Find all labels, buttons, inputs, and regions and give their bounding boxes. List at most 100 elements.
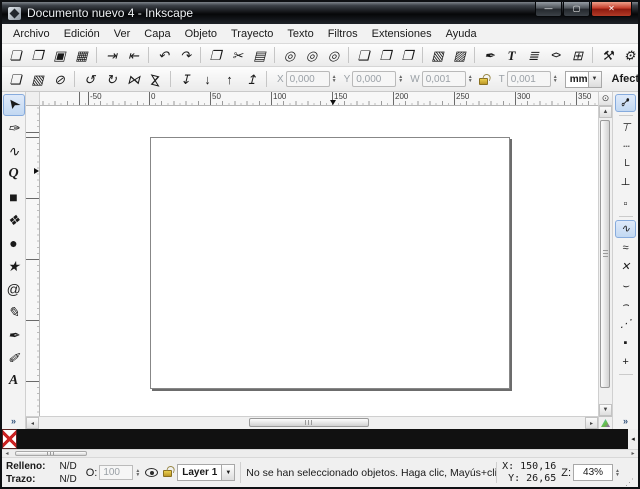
width-spinner[interactable]: ▲▼ <box>468 75 473 83</box>
document-properties-button[interactable]: ⚙ <box>619 45 640 65</box>
palette-swatch[interactable] <box>270 429 285 449</box>
zoom-tool[interactable]: Q <box>3 163 25 185</box>
palette-swatch[interactable] <box>598 429 613 449</box>
rotate-cw-button[interactable]: ↻ <box>101 69 122 89</box>
palette-swatch[interactable] <box>121 429 136 449</box>
horizontal-scroll-track[interactable] <box>39 417 585 429</box>
lower-to-bottom-button[interactable]: ↧ <box>175 69 196 89</box>
open-document-button[interactable]: ❐ <box>27 45 48 65</box>
scroll-down-icon[interactable]: ▼ <box>599 404 612 416</box>
flip-vertical-button[interactable]: ⋈ <box>145 69 166 89</box>
cut-button[interactable]: ✂ <box>227 45 248 65</box>
print-button[interactable]: ▦ <box>71 45 92 65</box>
palette-swatch[interactable] <box>136 429 151 449</box>
palette-scrollbar[interactable]: ◂ ▸ <box>2 449 638 458</box>
zoom-spinner[interactable]: ▲▼ <box>615 469 620 477</box>
unit-select[interactable]: mm ▼ <box>565 71 602 88</box>
import-button[interactable]: ⇥ <box>101 45 122 65</box>
star-tool[interactable]: ★ <box>3 255 25 277</box>
close-button[interactable]: ✕ <box>591 2 632 17</box>
palette-swatch[interactable] <box>47 429 62 449</box>
palette-swatch[interactable] <box>226 429 241 449</box>
palette-swatch[interactable] <box>345 429 360 449</box>
palette-swatch[interactable] <box>419 429 434 449</box>
scroll-up-icon[interactable]: ▲ <box>599 106 612 118</box>
height-spinner[interactable]: ▲▼ <box>553 75 558 83</box>
palette-swatch[interactable] <box>241 429 256 449</box>
snap-bounding-box-toggle[interactable]: ⊤ <box>615 119 636 137</box>
palette-swatch[interactable] <box>569 429 584 449</box>
zoom-selection-button[interactable]: ◎ <box>279 45 300 65</box>
zoom-resize-toggle[interactable]: ⊙ <box>599 92 612 106</box>
zoom-drawing-button[interactable]: ◎ <box>301 45 322 65</box>
palette-swatch[interactable] <box>151 429 166 449</box>
y-field[interactable]: 0,000 <box>352 71 396 87</box>
lock-ratio-toggle-icon[interactable] <box>479 78 488 85</box>
palette-scroll-thumb[interactable] <box>15 451 87 456</box>
palette-swatch[interactable] <box>524 429 539 449</box>
menu-trayecto[interactable]: Trayecto <box>224 26 280 42</box>
undo-button[interactable]: ↶ <box>153 45 174 65</box>
paste-button[interactable]: ▤ <box>249 45 270 65</box>
tweak-tool[interactable]: ∿ <box>3 140 25 162</box>
preferences-button[interactable]: ⚒ <box>597 45 618 65</box>
palette-swatch[interactable] <box>509 429 524 449</box>
save-button[interactable]: ▣ <box>49 45 70 65</box>
snap-smooth-nodes-toggle[interactable]: ⌢ <box>615 296 636 314</box>
palette-swatch[interactable] <box>554 429 569 449</box>
x-spinner[interactable]: ▲▼ <box>332 75 337 83</box>
snap-bbox-corners-toggle[interactable]: └ <box>615 157 636 175</box>
palette-scroll-right-icon[interactable]: ▸ <box>628 450 638 457</box>
snap-midpoints-toggle[interactable]: ⋰ <box>615 315 636 333</box>
no-color-swatch[interactable] <box>2 429 17 449</box>
menu-extensiones[interactable]: Extensiones <box>365 26 439 42</box>
lower-button[interactable]: ↓ <box>197 69 218 89</box>
scroll-left-icon[interactable]: ◂ <box>26 417 39 429</box>
palette-swatch[interactable] <box>315 429 330 449</box>
minimize-button[interactable]: — <box>535 2 562 17</box>
opacity-spinner[interactable]: ▲▼ <box>135 469 140 477</box>
maximize-button[interactable]: ▢ <box>563 2 590 17</box>
snap-nodes-toggle[interactable]: ∿ <box>615 220 636 238</box>
horizontal-scrollbar[interactable]: ◂ ▸ <box>26 416 598 429</box>
calligraphy-tool[interactable]: ✐ <box>3 347 25 369</box>
palette-swatch[interactable] <box>434 429 449 449</box>
deselect-button[interactable]: ⊘ <box>49 69 70 89</box>
palette-edge-arrow-icon[interactable]: ◂ <box>628 429 638 449</box>
unit-dropdown-icon[interactable]: ▼ <box>588 72 601 87</box>
layer-visibility-eye-icon[interactable] <box>145 468 158 477</box>
pencil-tool[interactable]: ✎ <box>3 301 25 323</box>
document-page[interactable] <box>150 137 510 389</box>
palette-swatch[interactable] <box>32 429 47 449</box>
palette-swatch[interactable] <box>106 429 121 449</box>
window-resize-grip[interactable]: ⋰ <box>625 477 634 487</box>
copy-button[interactable]: ❐ <box>205 45 226 65</box>
vertical-scroll-thumb[interactable] <box>600 120 610 388</box>
snapbar-overflow-chevron[interactable]: » <box>623 416 628 426</box>
y-spinner[interactable]: ▲▼ <box>398 75 403 83</box>
palette-swatch[interactable] <box>211 429 226 449</box>
selector-tool[interactable]: ➤ <box>3 94 25 116</box>
fill-stroke-dialog-button[interactable]: ✒ <box>479 45 500 65</box>
snap-bbox-edges-toggle[interactable]: ┄ <box>615 138 636 156</box>
palette-swatch[interactable] <box>77 429 92 449</box>
horizontal-ruler[interactable]: -50050100150200250300350 <box>40 92 598 106</box>
palette-swatch[interactable] <box>360 429 375 449</box>
height-field[interactable]: 0,001 <box>507 71 551 87</box>
snap-object-centers-toggle[interactable]: ▪ <box>615 334 636 352</box>
snap-bbox-edge-midpoints-toggle[interactable]: ┴ <box>615 176 636 194</box>
enable-snapping-toggle[interactable]: ⊶ <box>615 94 636 112</box>
menu-ayuda[interactable]: Ayuda <box>439 26 484 42</box>
toolbox-overflow-chevron[interactable]: » <box>11 416 16 426</box>
opacity-field[interactable]: 100 <box>99 465 133 480</box>
color-managed-display-toggle[interactable] <box>599 416 612 429</box>
width-field[interactable]: 0,001 <box>422 71 466 87</box>
snap-paths-toggle[interactable]: ≈ <box>615 239 636 257</box>
palette-swatch[interactable] <box>181 429 196 449</box>
zoom-field[interactable]: 43% <box>573 464 613 481</box>
redo-button[interactable]: ↷ <box>175 45 196 65</box>
new-document-button[interactable]: ❏ <box>5 45 26 65</box>
palette-swatch[interactable] <box>17 429 32 449</box>
menu-capa[interactable]: Capa <box>137 26 177 42</box>
node-tool[interactable]: ✑ <box>3 117 25 139</box>
